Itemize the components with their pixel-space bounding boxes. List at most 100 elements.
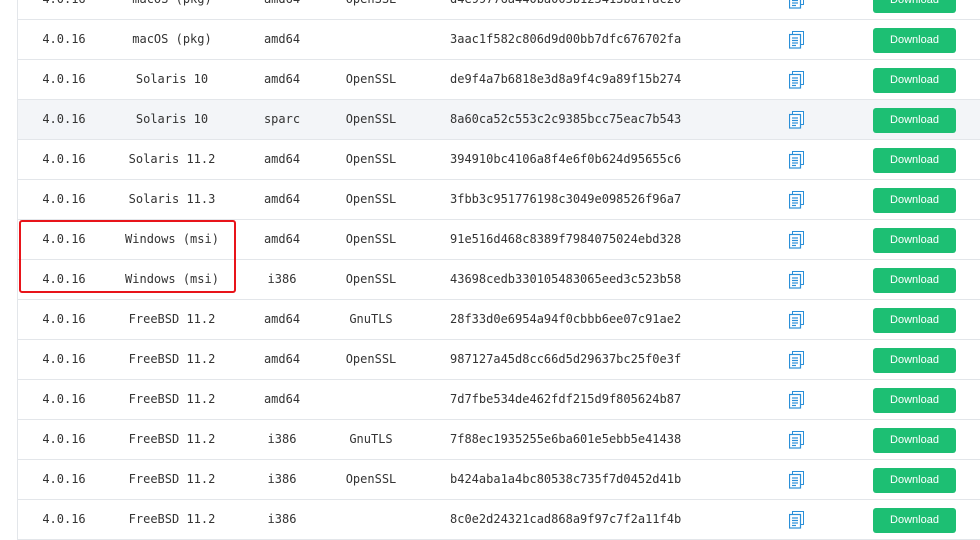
md5-cell: 3aac1f582c806d9d00bb7dfc676702fa bbox=[450, 32, 682, 46]
table-row: 4.0.16 Solaris 11.3 amd64 OpenSSL 3fbb3c… bbox=[17, 180, 980, 220]
md5-cell: 987127a45d8cc66d5d29637bc25f0e3f bbox=[450, 352, 682, 366]
table-row: 4.0.16 FreeBSD 11.2 amd64 OpenSSL 987127… bbox=[17, 340, 980, 380]
download-button[interactable]: Download bbox=[873, 228, 956, 253]
ssl-cell: GnuTLS bbox=[349, 432, 393, 446]
copy-document-icon[interactable] bbox=[789, 351, 809, 369]
ssl-cell: OpenSSL bbox=[345, 112, 397, 126]
table-row: 4.0.16 FreeBSD 11.2 i386 OpenSSL b424aba… bbox=[17, 460, 980, 500]
copy-document-icon[interactable] bbox=[789, 511, 809, 529]
os-cell: macOS (pkg) bbox=[100, 0, 244, 19]
os-cell: FreeBSD 11.2 bbox=[128, 312, 216, 326]
table-row: 4.0.16 Solaris 10 amd64 OpenSSL de9f4a7b… bbox=[17, 60, 980, 100]
copy-document-icon[interactable] bbox=[789, 231, 809, 249]
ssl-cell: OpenSSL bbox=[345, 472, 397, 486]
download-button[interactable]: Download bbox=[873, 188, 956, 213]
table-row: 4.0.16 Solaris 11.2 amd64 OpenSSL 394910… bbox=[17, 140, 980, 180]
table-row: 4.0.16 macOS (pkg) amd64 3aac1f582c806d9… bbox=[17, 20, 980, 60]
os-cell: Solaris 11.3 bbox=[128, 192, 216, 206]
ssl-cell bbox=[336, 20, 406, 59]
arch-cell: amd64 bbox=[263, 232, 301, 246]
table-row: 4.0.16 FreeBSD 11.2 amd64 7d7fbe534de462… bbox=[17, 380, 980, 420]
copy-document-icon[interactable] bbox=[789, 471, 809, 489]
arch-cell: amd64 bbox=[250, 0, 314, 19]
table-row: 4.0.16 Windows (msi) i386 OpenSSL 43698c… bbox=[17, 260, 980, 300]
md5-cell: 8a60ca52c553c2c9385bcc75eac7b543 bbox=[450, 112, 682, 126]
copy-document-icon[interactable] bbox=[789, 431, 809, 449]
version-cell: 4.0.16 bbox=[42, 232, 86, 246]
md5-cell: 8c0e2d24321cad868a9f97c7f2a11f4b bbox=[450, 512, 682, 526]
md5-cell: 394910bc4106a8f4e6f0b624d95655c6 bbox=[450, 152, 682, 166]
download-button[interactable]: Download bbox=[873, 148, 956, 173]
os-cell: FreeBSD 11.2 bbox=[128, 392, 216, 406]
md5-cell: 43698cedb330105483065eed3c523b58 bbox=[450, 272, 682, 286]
ssl-cell bbox=[336, 380, 406, 419]
version-cell: 4.0.16 bbox=[42, 112, 86, 126]
md5-cell: 7d7fbe534de462fdf215d9f805624b87 bbox=[450, 392, 682, 406]
table-row: 4.0.16 Windows (msi) amd64 OpenSSL 91e51… bbox=[17, 220, 980, 260]
md5-cell: d4e99776a440ba005b125413ba1fac20 bbox=[450, 0, 710, 19]
arch-cell: amd64 bbox=[263, 32, 301, 46]
table-row: 4.0.16 FreeBSD 11.2 amd64 GnuTLS 28f33d0… bbox=[17, 300, 980, 340]
copy-document-icon[interactable] bbox=[789, 391, 809, 409]
version-cell: 4.0.16 bbox=[42, 472, 86, 486]
arch-cell: amd64 bbox=[263, 72, 301, 86]
ssl-cell bbox=[336, 500, 406, 539]
download-button[interactable]: Download bbox=[873, 308, 956, 333]
table-row: 4.0.16 FreeBSD 11.2 i386 GnuTLS 7f88ec19… bbox=[17, 420, 980, 460]
copy-document-icon[interactable] bbox=[789, 311, 809, 329]
arch-cell: i386 bbox=[267, 512, 297, 526]
download-button[interactable]: Download bbox=[873, 388, 956, 413]
os-cell: Solaris 10 bbox=[135, 112, 209, 126]
arch-cell: amd64 bbox=[263, 192, 301, 206]
arch-cell: sparc bbox=[263, 112, 301, 126]
arch-cell: amd64 bbox=[263, 312, 301, 326]
os-cell: Windows (msi) bbox=[125, 232, 219, 246]
os-cell: FreeBSD 11.2 bbox=[128, 512, 216, 526]
copy-document-icon[interactable] bbox=[789, 0, 809, 9]
os-cell: Solaris 11.2 bbox=[128, 152, 216, 166]
version-cell: 4.0.16 bbox=[42, 152, 86, 166]
ssl-cell: OpenSSL bbox=[336, 0, 406, 19]
arch-cell: i386 bbox=[267, 272, 297, 286]
os-cell: Windows (msi) bbox=[125, 272, 219, 286]
copy-document-icon[interactable] bbox=[789, 111, 809, 129]
download-button[interactable]: Download bbox=[873, 348, 956, 373]
arch-cell: amd64 bbox=[263, 392, 301, 406]
download-button[interactable]: Download bbox=[873, 68, 956, 93]
arch-cell: i386 bbox=[267, 472, 297, 486]
version-cell: 4.0.16 bbox=[42, 392, 86, 406]
ssl-cell: OpenSSL bbox=[345, 232, 397, 246]
ssl-cell: OpenSSL bbox=[345, 192, 397, 206]
download-button[interactable]: Download bbox=[873, 0, 956, 13]
version-cell: 4.0.16 bbox=[42, 32, 86, 46]
download-button[interactable]: Download bbox=[873, 428, 956, 453]
os-cell: FreeBSD 11.2 bbox=[128, 352, 216, 366]
version-cell: 4.0.16 bbox=[42, 512, 86, 526]
md5-cell: 7f88ec1935255e6ba601e5ebb5e41438 bbox=[450, 432, 682, 446]
download-button[interactable]: Download bbox=[873, 508, 956, 533]
download-button[interactable]: Download bbox=[873, 468, 956, 493]
md5-cell: b424aba1a4bc80538c735f7d0452d41b bbox=[450, 472, 682, 486]
version-cell: 4.0.16 bbox=[42, 312, 86, 326]
md5-cell: 28f33d0e6954a94f0cbbb6ee07c91ae2 bbox=[450, 312, 682, 326]
table-row: 4.0.16 FreeBSD 11.2 i386 8c0e2d24321cad8… bbox=[17, 500, 980, 540]
arch-cell: amd64 bbox=[263, 352, 301, 366]
md5-cell: 91e516d468c8389f7984075024ebd328 bbox=[450, 232, 682, 246]
download-button[interactable]: Download bbox=[873, 268, 956, 293]
version-cell: 4.0.16 bbox=[42, 72, 86, 86]
table-row: 4.0.16 Solaris 10 sparc OpenSSL 8a60ca52… bbox=[17, 100, 980, 140]
os-cell: FreeBSD 11.2 bbox=[128, 472, 216, 486]
download-button[interactable]: Download bbox=[873, 108, 956, 133]
ssl-cell: OpenSSL bbox=[345, 72, 397, 86]
os-cell: FreeBSD 11.2 bbox=[128, 432, 216, 446]
version-cell: 4.0.16 bbox=[42, 272, 86, 286]
downloads-table: 4.0.16 macOS (pkg) amd64 OpenSSL d4e9977… bbox=[17, 0, 980, 540]
copy-document-icon[interactable] bbox=[789, 31, 809, 49]
download-button[interactable]: Download bbox=[873, 28, 956, 53]
os-cell: Solaris 10 bbox=[135, 72, 209, 86]
copy-document-icon[interactable] bbox=[789, 71, 809, 89]
copy-document-icon[interactable] bbox=[789, 271, 809, 289]
version-cell: 4.0.16 bbox=[42, 352, 86, 366]
copy-document-icon[interactable] bbox=[789, 191, 809, 209]
copy-document-icon[interactable] bbox=[789, 151, 809, 169]
